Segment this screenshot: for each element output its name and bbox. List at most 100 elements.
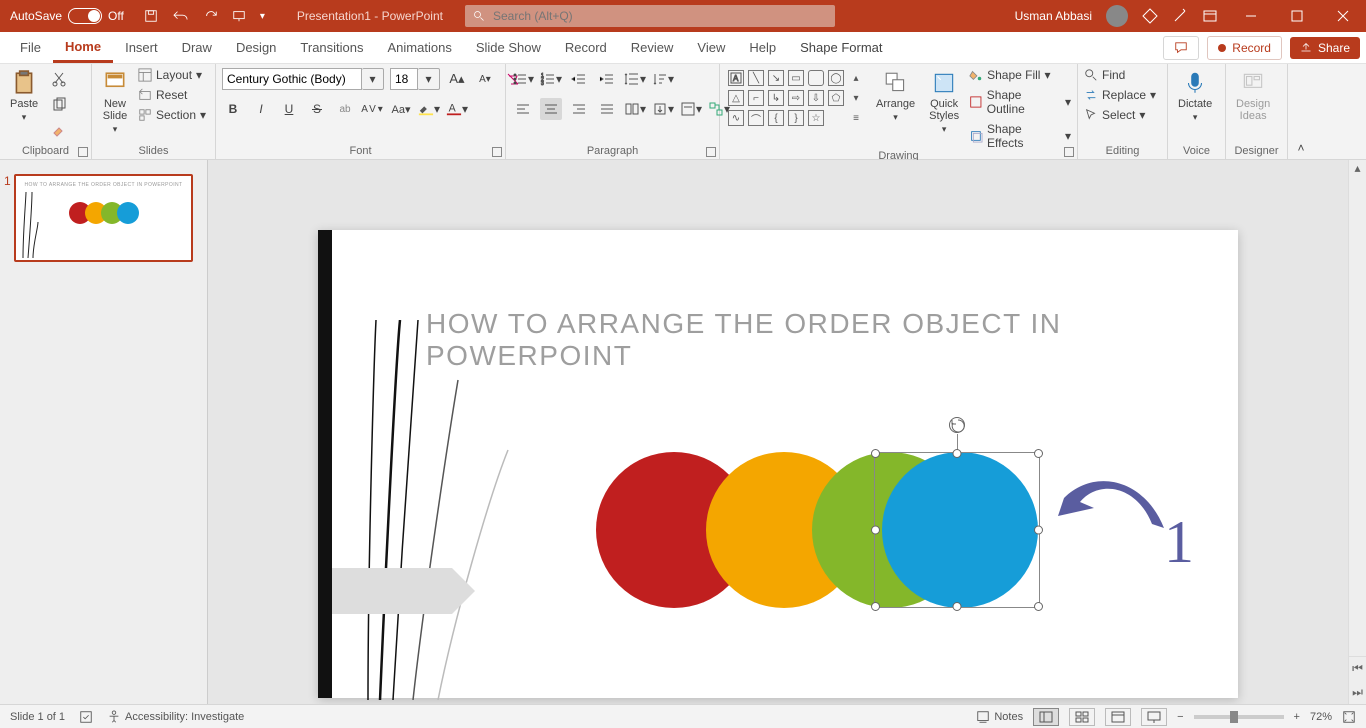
share-button[interactable]: Share xyxy=(1290,37,1360,59)
next-slide-icon[interactable]: ⏭ xyxy=(1352,685,1363,700)
tab-draw[interactable]: Draw xyxy=(170,32,224,63)
ribbon-mode-icon[interactable] xyxy=(1202,8,1218,24)
tab-file[interactable]: File xyxy=(8,32,53,63)
format-painter-icon[interactable] xyxy=(48,120,70,142)
line-spacing-icon[interactable]: ▾ xyxy=(624,68,646,90)
change-case-icon[interactable]: Aa▾ xyxy=(390,98,412,120)
undo-icon[interactable] xyxy=(172,9,190,23)
magic-icon[interactable] xyxy=(1172,8,1188,24)
customize-qat-icon[interactable]: ▾ xyxy=(260,11,265,22)
shadow-icon[interactable]: ab xyxy=(334,98,356,120)
present-icon[interactable] xyxy=(232,9,246,23)
select-button[interactable]: Select ▾ xyxy=(1084,108,1156,122)
vertical-scrollbar[interactable]: ▴ ⏮ ⏭ xyxy=(1348,160,1366,704)
inc-indent-icon[interactable] xyxy=(596,68,618,90)
shape-rect-icon[interactable]: ▭ xyxy=(788,70,804,86)
slideshow-view-icon[interactable] xyxy=(1141,708,1167,726)
tab-review[interactable]: Review xyxy=(619,32,686,63)
record-button[interactable]: Record xyxy=(1207,36,1282,60)
shape-arc-icon[interactable]: ⌒ xyxy=(748,110,764,126)
drawing-dialog-launcher[interactable] xyxy=(1064,147,1074,157)
shape-textbox-icon[interactable]: A xyxy=(728,70,744,86)
find-button[interactable]: Find xyxy=(1084,68,1156,82)
normal-view-icon[interactable] xyxy=(1033,708,1059,726)
shape-brace-l-icon[interactable]: { xyxy=(768,110,784,126)
text-direction-icon[interactable]: ▾ xyxy=(652,98,674,120)
tab-animations[interactable]: Animations xyxy=(376,32,464,63)
zoom-percent[interactable]: 72% xyxy=(1310,711,1332,723)
accessibility-button[interactable]: Accessibility: Investigate xyxy=(107,710,244,724)
shape-oval-icon[interactable]: ◯ xyxy=(828,70,844,86)
sel-handle[interactable] xyxy=(871,602,880,611)
quick-styles-button[interactable]: Quick Styles▾ xyxy=(925,68,963,137)
char-spacing-icon[interactable]: AV▾ xyxy=(362,98,384,120)
close-button[interactable] xyxy=(1320,0,1366,32)
notes-button[interactable]: Notes xyxy=(976,710,1023,724)
italic-icon[interactable]: I xyxy=(250,98,272,120)
tab-help[interactable]: Help xyxy=(737,32,788,63)
paragraph-dialog-launcher[interactable] xyxy=(706,147,716,157)
sort-icon[interactable]: ▾ xyxy=(652,68,674,90)
chevron-shape[interactable] xyxy=(332,568,452,614)
paste-button[interactable]: Paste ▾ xyxy=(6,68,42,125)
slide-thumbnails-pane[interactable]: 1 HOW TO ARRANGE THE ORDER OBJECT IN POW… xyxy=(0,160,208,704)
align-right-icon[interactable] xyxy=(568,98,590,120)
rotate-handle-icon[interactable] xyxy=(949,417,965,433)
sel-handle[interactable] xyxy=(953,449,962,458)
sel-handle[interactable] xyxy=(953,602,962,611)
sel-handle[interactable] xyxy=(1034,449,1043,458)
copy-icon[interactable] xyxy=(48,94,70,116)
zoom-in-icon[interactable]: + xyxy=(1294,711,1300,723)
shape-star-icon[interactable]: ☆ xyxy=(808,110,824,126)
shape-connector-icon[interactable]: ⌐ xyxy=(748,90,764,106)
shape-fill-button[interactable]: Shape Fill ▾ xyxy=(969,68,1071,82)
tab-design[interactable]: Design xyxy=(224,32,288,63)
slide-counter[interactable]: Slide 1 of 1 xyxy=(10,711,65,723)
cut-icon[interactable] xyxy=(48,68,70,90)
tab-slideshow[interactable]: Slide Show xyxy=(464,32,553,63)
zoom-out-icon[interactable]: − xyxy=(1177,711,1183,723)
section-button[interactable]: Section ▾ xyxy=(138,108,206,122)
tab-view[interactable]: View xyxy=(685,32,737,63)
comments-button[interactable] xyxy=(1163,36,1199,60)
font-color-icon[interactable]: A▾ xyxy=(446,98,468,120)
maximize-button[interactable] xyxy=(1274,0,1320,32)
shape-arrow-line-icon[interactable]: ↘ xyxy=(768,70,784,86)
shape-pentagon-icon[interactable]: ⬠ xyxy=(828,90,844,106)
sel-handle[interactable] xyxy=(1034,526,1043,535)
align-text-icon[interactable]: ▾ xyxy=(680,98,702,120)
new-slide-button[interactable]: New Slide ▾ xyxy=(98,68,132,137)
underline-icon[interactable]: U xyxy=(278,98,300,120)
gallery-scroll-down-icon[interactable]: ▾ xyxy=(848,90,864,106)
save-icon[interactable] xyxy=(144,9,158,23)
shape-arrow-right-icon[interactable]: ⇨ xyxy=(788,90,804,106)
sel-handle[interactable] xyxy=(871,526,880,535)
shape-effects-button[interactable]: Shape Effects ▾ xyxy=(969,122,1071,150)
shape-curve-icon[interactable]: ∿ xyxy=(728,110,744,126)
scroll-up-icon[interactable]: ▴ xyxy=(1349,160,1366,176)
tab-shape-format[interactable]: Shape Format xyxy=(788,32,894,63)
replace-button[interactable]: Replace ▾ xyxy=(1084,88,1156,102)
shape-triangle-icon[interactable]: △ xyxy=(728,90,744,106)
bullets-icon[interactable]: ▾ xyxy=(512,68,534,90)
minimize-button[interactable] xyxy=(1228,0,1274,32)
dec-indent-icon[interactable] xyxy=(568,68,590,90)
gallery-scroll-up-icon[interactable]: ▴ xyxy=(848,70,864,86)
shape-outline-button[interactable]: Shape Outline ▾ xyxy=(969,88,1071,116)
sel-handle[interactable] xyxy=(1034,602,1043,611)
tab-transitions[interactable]: Transitions xyxy=(288,32,375,63)
arrange-button[interactable]: Arrange▾ xyxy=(872,68,919,125)
tab-record[interactable]: Record xyxy=(553,32,619,63)
slide-thumbnail-1[interactable]: HOW TO ARRANGE THE ORDER OBJECT IN POWER… xyxy=(14,174,193,262)
tab-home[interactable]: Home xyxy=(53,32,113,63)
align-left-icon[interactable] xyxy=(512,98,534,120)
fit-window-icon[interactable] xyxy=(1342,710,1356,724)
diamond-icon[interactable] xyxy=(1142,8,1158,24)
search-input[interactable] xyxy=(493,9,827,23)
reading-view-icon[interactable] xyxy=(1105,708,1131,726)
highlight-icon[interactable]: ▾ xyxy=(418,98,440,120)
font-size-combo[interactable]: ▾ xyxy=(390,68,440,90)
grow-font-icon[interactable]: A▴ xyxy=(446,68,468,90)
dictate-button[interactable]: Dictate▾ xyxy=(1174,68,1216,125)
shape-arrow-down-icon[interactable]: ⇩ xyxy=(808,90,824,106)
